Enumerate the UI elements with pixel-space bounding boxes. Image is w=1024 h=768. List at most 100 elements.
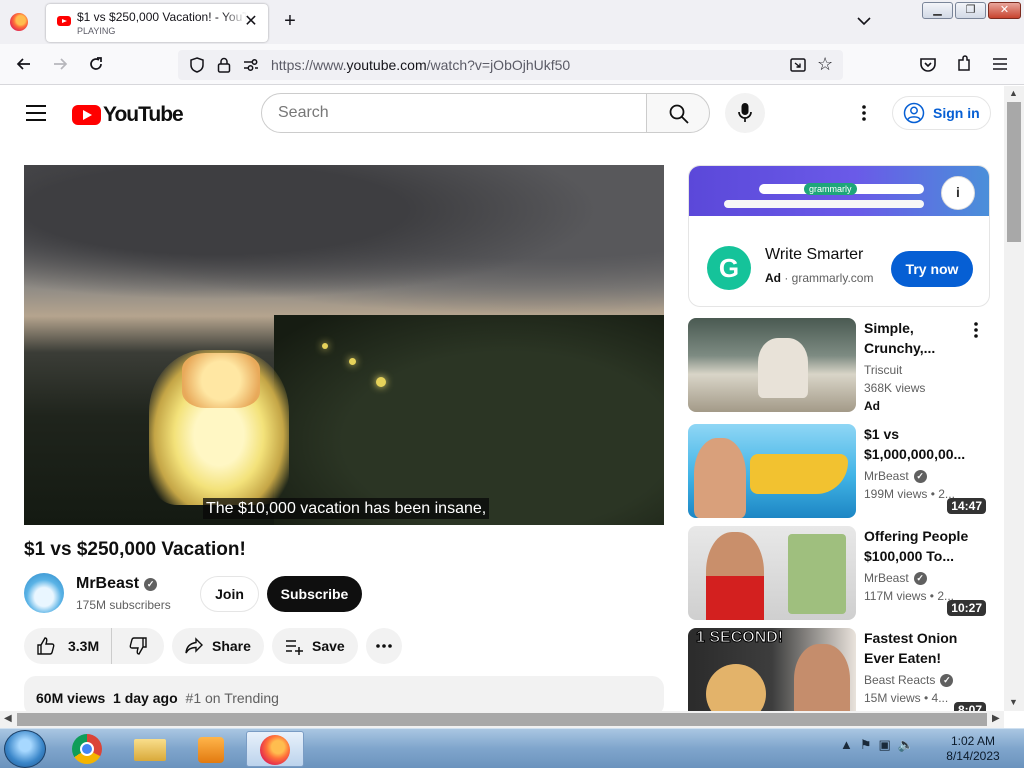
like-dislike-group: 3.3M <box>24 628 164 664</box>
system-tray: ▲ ⚑ ▣ 🔈 <box>840 737 914 753</box>
related-channel[interactable]: MrBeast ✓ <box>864 469 927 483</box>
like-button[interactable]: 3.3M <box>24 628 112 664</box>
dislike-button[interactable] <box>112 628 164 664</box>
page-horizontal-scrollbar[interactable]: ◀ ▶ <box>0 711 1004 728</box>
tracking-shield-icon[interactable] <box>188 56 206 74</box>
taskbar-clock[interactable]: 1:02 AM 8/14/2023 <box>938 734 1008 764</box>
bookmark-star-icon[interactable]: ☆ <box>817 54 833 75</box>
save-button[interactable]: Save <box>272 628 358 664</box>
thumbs-down-icon <box>129 637 147 655</box>
guide-menu-icon[interactable] <box>26 105 46 121</box>
tab-playing-status: PLAYING <box>77 26 116 36</box>
video-thumbnail[interactable] <box>688 526 856 620</box>
share-arrow-icon <box>185 637 203 654</box>
minimize-window-button[interactable]: ▁ <box>922 2 953 19</box>
share-button[interactable]: Share <box>172 628 264 664</box>
thumb-money <box>788 534 846 614</box>
media-player-icon <box>198 737 224 763</box>
list-all-tabs-icon[interactable] <box>855 12 873 30</box>
permissions-icon[interactable] <box>242 57 260 73</box>
volume-icon[interactable]: 🔈 <box>898 737 914 753</box>
video-frame-sky <box>24 165 664 315</box>
scroll-down-arrow-icon[interactable]: ▼ <box>1009 697 1018 707</box>
new-tab-button[interactable]: + <box>280 11 300 31</box>
forward-arrow-icon[interactable] <box>50 54 70 74</box>
lock-icon[interactable] <box>216 56 232 74</box>
picture-in-picture-icon[interactable] <box>789 56 807 74</box>
description-box[interactable]: 60M views 1 day ago #1 on Trending <box>24 676 664 716</box>
taskbar-chrome[interactable] <box>60 731 118 767</box>
channel-name[interactable]: MrBeast ✓ <box>76 575 158 593</box>
voice-search-button[interactable] <box>725 93 765 133</box>
search-button[interactable] <box>646 93 710 133</box>
subscribe-button[interactable]: Subscribe <box>267 576 362 612</box>
scroll-left-arrow-icon[interactable]: ◀ <box>4 713 12 724</box>
taskbar-explorer[interactable] <box>122 731 180 767</box>
thumb-person <box>758 338 808 398</box>
clock-date: 8/14/2023 <box>946 749 1000 763</box>
related-channel[interactable]: Triscuit <box>864 363 902 377</box>
trending-link[interactable]: #1 on Trending <box>186 690 279 706</box>
page-vertical-scrollbar[interactable]: ▲ ▼ <box>1004 86 1024 711</box>
pocket-icon[interactable] <box>918 54 938 74</box>
verified-badge-icon: ✓ <box>913 470 927 483</box>
video-frame-light <box>349 358 356 365</box>
back-arrow-icon[interactable] <box>14 54 34 74</box>
horizontal-scrollbar-thumb[interactable] <box>17 713 987 726</box>
ad-headline: Write Smarter <box>765 246 864 263</box>
restore-window-button[interactable]: ❐ <box>955 2 986 19</box>
youtube-header: YouTube Sign in <box>0 86 1004 142</box>
thumb-person <box>694 438 746 518</box>
scroll-right-arrow-icon[interactable]: ▶ <box>992 713 1000 724</box>
settings-more-icon[interactable] <box>854 103 874 123</box>
join-button[interactable]: Join <box>200 576 259 612</box>
related-video-item[interactable]: 1 SECOND! 8:07 Fastest Onion Ever Eaten!… <box>688 628 990 722</box>
video-caption: The $10,000 vacation has been insane, <box>203 498 490 519</box>
show-hidden-icons-icon[interactable]: ▲ <box>840 737 853 753</box>
ad-banner-brand: grammarly <box>804 183 857 195</box>
related-channel[interactable]: Beast Reacts ✓ <box>864 673 954 687</box>
related-video-item[interactable]: 14:47 $1 vs $1,000,000,00... MrBeast ✓ 19… <box>688 424 990 518</box>
taskbar-media-player[interactable] <box>184 731 242 767</box>
action-center-flag-icon[interactable]: ⚑ <box>860 737 872 753</box>
related-title[interactable]: Offering People $100,000 To... <box>864 526 976 566</box>
extensions-icon[interactable] <box>954 54 974 74</box>
video-player[interactable] <box>24 165 664 525</box>
taskbar-firefox[interactable] <box>246 731 304 767</box>
related-title[interactable]: Fastest Onion Ever Eaten! <box>864 628 976 668</box>
browser-nav-bar: https://www.youtube.com/watch?v=jObOjhUk… <box>0 44 1024 85</box>
network-icon[interactable]: ▣ <box>879 737 891 753</box>
firefox-icon[interactable] <box>10 13 28 31</box>
more-vertical-icon[interactable] <box>968 320 984 340</box>
sign-in-button[interactable]: Sign in <box>892 96 991 130</box>
url-bar[interactable]: https://www.youtube.com/watch?v=jObOjhUk… <box>178 50 843 80</box>
youtube-logo[interactable]: YouTube <box>72 103 184 127</box>
related-title[interactable]: $1 vs $1,000,000,00... <box>864 424 976 464</box>
menu-hamburger-icon[interactable] <box>990 54 1010 74</box>
url-text[interactable]: https://www.youtube.com/watch?v=jObOjhUk… <box>271 57 570 73</box>
scrollbar-thumb[interactable] <box>1007 102 1021 242</box>
reload-icon[interactable] <box>86 54 106 74</box>
channel-avatar[interactable] <box>24 573 64 613</box>
ad-info-icon[interactable]: i <box>941 176 975 210</box>
microphone-icon <box>738 103 752 122</box>
video-thumbnail[interactable] <box>688 318 856 412</box>
ad-cta-button[interactable]: Try now <box>891 251 973 287</box>
video-thumbnail[interactable]: 1 SECOND! <box>688 628 856 722</box>
windows-taskbar: ▲ ⚑ ▣ 🔈 1:02 AM 8/14/2023 <box>0 728 1024 768</box>
search-input[interactable] <box>278 94 618 132</box>
related-video-item[interactable]: Simple, Crunchy,... Triscuit 368K views … <box>688 318 990 413</box>
video-thumbnail[interactable] <box>688 424 856 518</box>
start-button[interactable] <box>4 730 46 768</box>
related-channel[interactable]: MrBeast ✓ <box>864 571 927 585</box>
sidebar-ad[interactable]: grammarly i G Write Smarter Ad · grammar… <box>688 165 990 307</box>
scroll-up-arrow-icon[interactable]: ▲ <box>1009 88 1018 98</box>
youtube-favicon-icon <box>57 16 71 26</box>
related-title[interactable]: Simple, Crunchy,... <box>864 318 976 358</box>
browser-tab-strip: $1 vs $250,000 Vacation! - YouTube PLAYI… <box>0 0 1024 44</box>
more-actions-button[interactable] <box>366 628 402 664</box>
close-window-button[interactable]: ✕ <box>988 2 1021 19</box>
browser-tab-active[interactable]: $1 vs $250,000 Vacation! - YouTube PLAYI… <box>46 4 268 42</box>
close-tab-icon[interactable]: ✕ <box>242 13 260 31</box>
related-video-item[interactable]: 10:27 Offering People $100,000 To... MrB… <box>688 526 990 620</box>
